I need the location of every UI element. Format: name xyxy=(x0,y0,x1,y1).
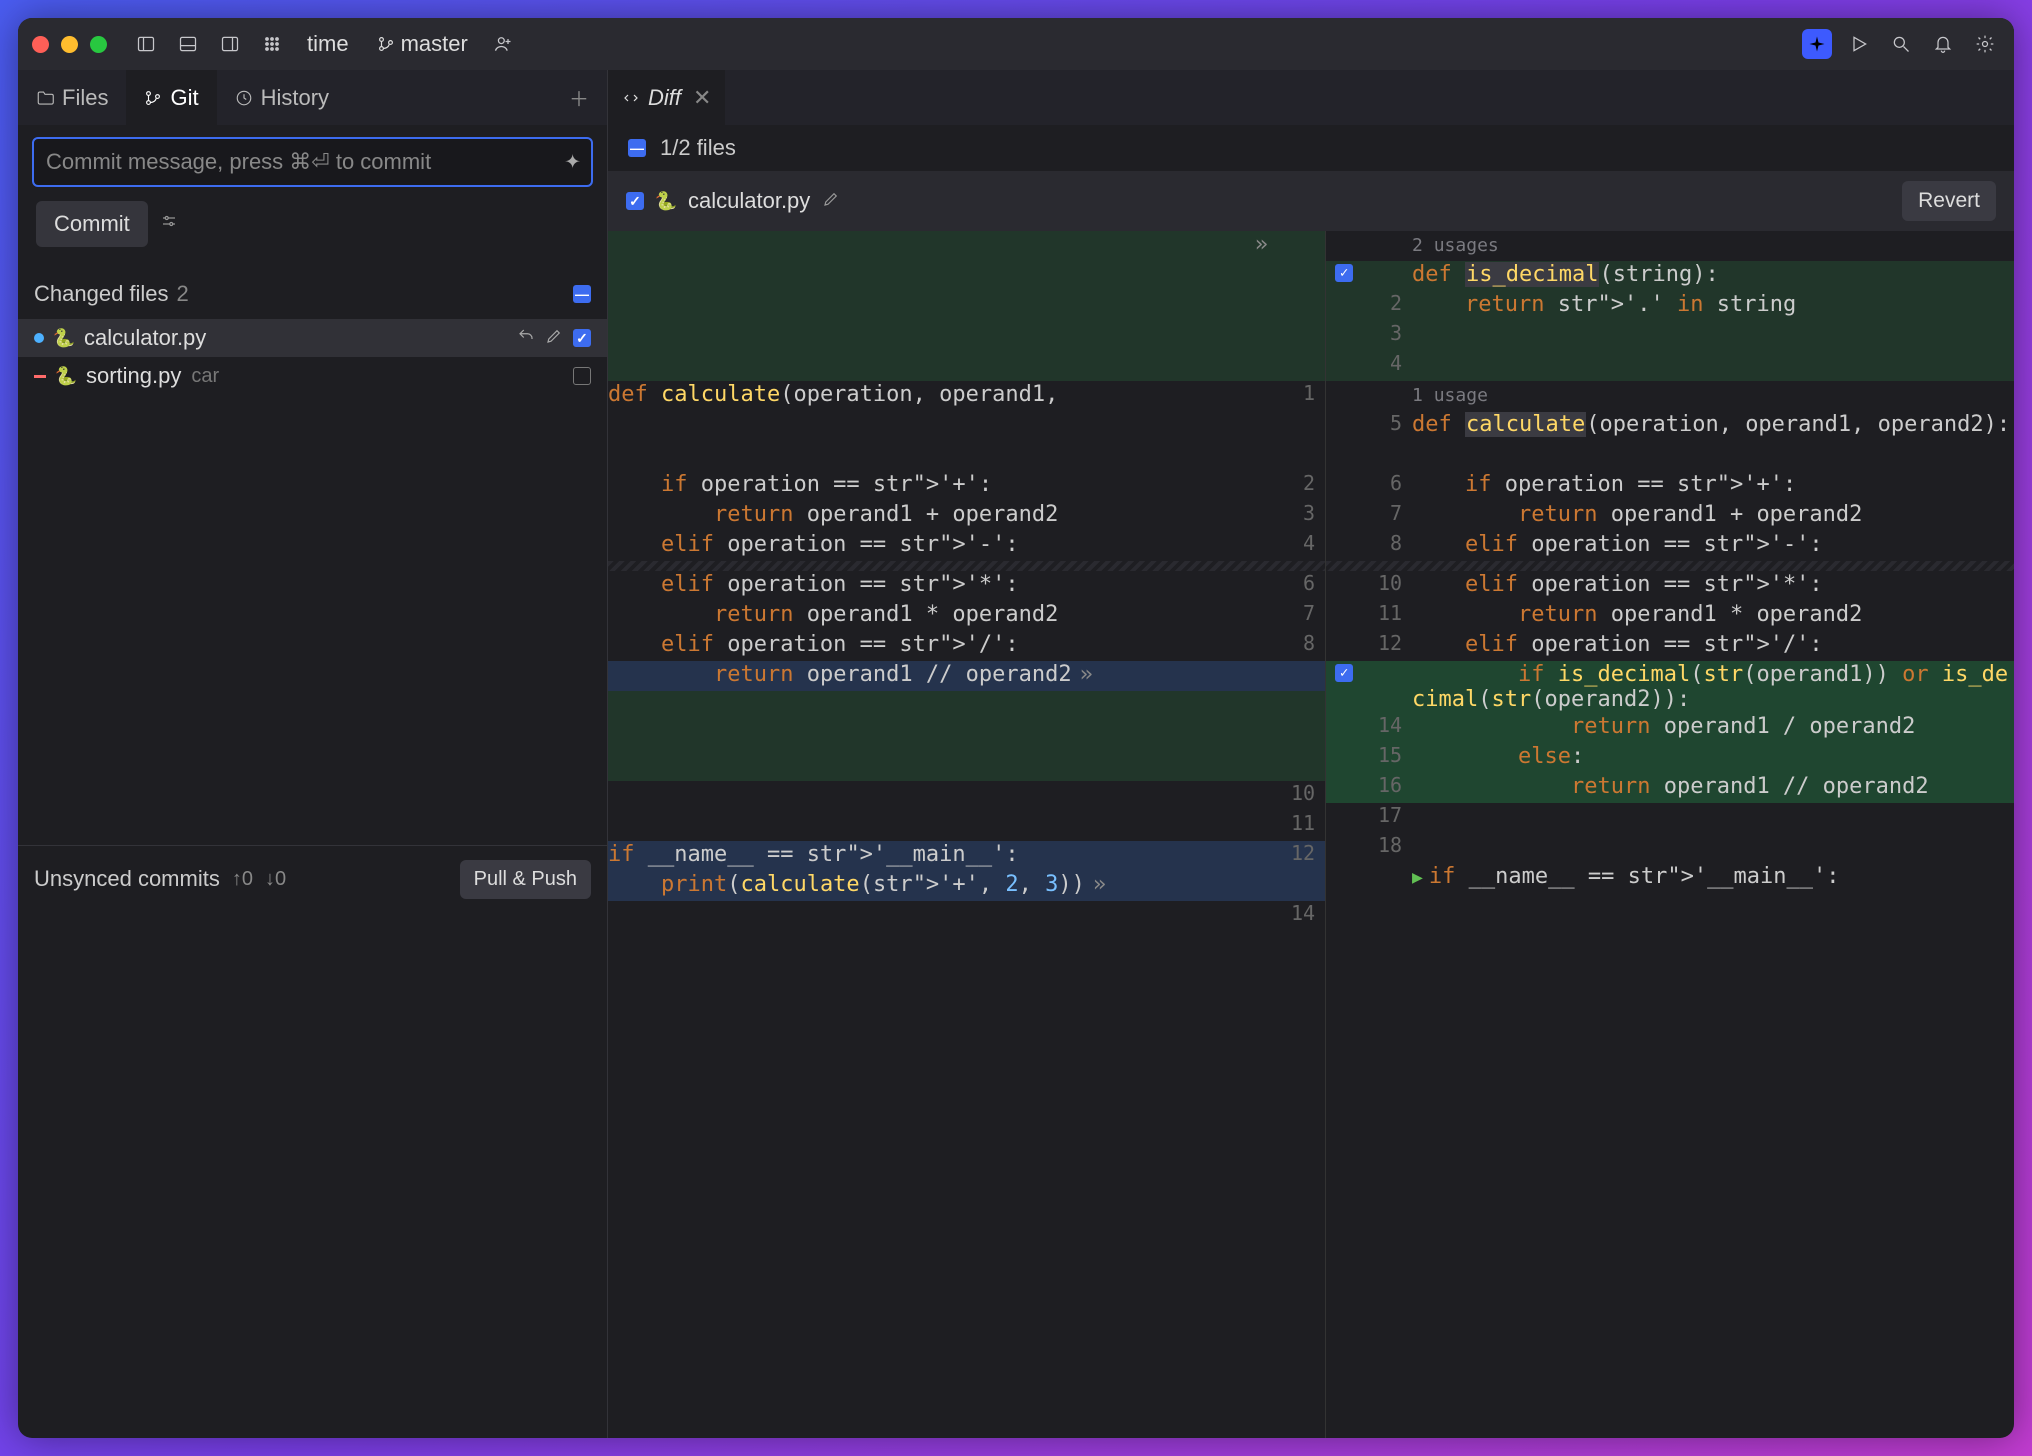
minimize-icon[interactable] xyxy=(61,36,78,53)
search-icon[interactable] xyxy=(1886,29,1916,59)
file-annotation: car xyxy=(191,365,219,388)
diff-file-header: calculator.py Revert xyxy=(608,171,2014,231)
python-icon xyxy=(56,366,76,386)
tab-history-label: History xyxy=(261,85,329,111)
incoming-count: ↓0 xyxy=(265,868,286,891)
run-icon[interactable] xyxy=(1844,29,1874,59)
revert-file-icon[interactable] xyxy=(517,325,535,351)
diff-file-name: calculator.py xyxy=(688,188,810,214)
python-icon xyxy=(656,191,676,211)
add-tab-icon[interactable]: ＋ xyxy=(551,83,607,112)
file-row-calculator[interactable]: calculator.py xyxy=(18,319,607,357)
file-name: calculator.py xyxy=(84,325,206,351)
diff-body[interactable]: »def calculate(operation, operand1,1 if … xyxy=(608,231,2014,1438)
outgoing-count: ↑0 xyxy=(232,868,253,891)
diff-tab-label: Diff xyxy=(648,85,681,111)
changed-files-label: Changed files xyxy=(34,281,169,307)
hunk-checkbox[interactable] xyxy=(1335,264,1353,282)
window-controls xyxy=(32,36,107,53)
changed-files-header[interactable]: Changed files 2 xyxy=(18,269,607,319)
revert-button[interactable]: Revert xyxy=(1902,181,1996,221)
titlebar: time master xyxy=(18,18,2014,70)
project-name[interactable]: time xyxy=(299,27,357,61)
status-modified-icon xyxy=(34,333,44,343)
unsynced-label: Unsynced commits xyxy=(34,866,220,892)
sidebar-tabs: Files Git History ＋ xyxy=(18,70,607,125)
zoom-icon[interactable] xyxy=(90,36,107,53)
notifications-icon[interactable] xyxy=(1928,29,1958,59)
tab-git-label: Git xyxy=(170,85,198,111)
diff-select-all[interactable] xyxy=(628,139,646,157)
branch-name: master xyxy=(401,31,468,57)
close-tab-icon[interactable]: ✕ xyxy=(693,85,711,111)
diff-toolbar: 1/2 files xyxy=(608,125,2014,171)
close-icon[interactable] xyxy=(32,36,49,53)
pull-push-button[interactable]: Pull & Push xyxy=(460,860,591,899)
unsynced-commits: Unsynced commits ↑0 ↓0 Pull & Push xyxy=(18,845,607,913)
file-row-sorting[interactable]: sorting.py car xyxy=(18,357,607,395)
file-checkbox[interactable] xyxy=(573,329,591,347)
panel-right-icon[interactable] xyxy=(215,29,245,59)
panel-left-icon[interactable] xyxy=(131,29,161,59)
python-icon xyxy=(54,328,74,348)
changed-count: 2 xyxy=(177,281,189,307)
diff-view: Diff ✕ 1/2 files calculator.py Revert »d… xyxy=(608,70,2014,1438)
ai-assistant-icon[interactable] xyxy=(1802,29,1832,59)
commit-options-icon[interactable] xyxy=(160,212,178,236)
tab-git[interactable]: Git xyxy=(126,70,216,125)
editor-tabs: Diff ✕ xyxy=(608,70,2014,125)
edit-file-icon[interactable] xyxy=(545,325,563,351)
settings-icon[interactable] xyxy=(1970,29,2000,59)
commit-button[interactable]: Commit xyxy=(36,201,148,247)
diff-tab[interactable]: Diff ✕ xyxy=(608,70,725,125)
tab-files-label: Files xyxy=(62,85,108,111)
commit-message-input[interactable] xyxy=(32,137,593,187)
branch-selector[interactable]: master xyxy=(369,27,476,61)
status-deleted-icon xyxy=(34,375,46,378)
ai-generate-icon[interactable]: ✦ xyxy=(564,150,581,175)
tab-history[interactable]: History xyxy=(217,70,347,125)
include-file-checkbox[interactable] xyxy=(626,192,644,210)
panel-bottom-icon[interactable] xyxy=(173,29,203,59)
hunk-checkbox[interactable] xyxy=(1335,664,1353,682)
edit-filename-icon[interactable] xyxy=(822,188,840,214)
tab-files[interactable]: Files xyxy=(18,70,126,125)
file-checkbox[interactable] xyxy=(573,367,591,385)
select-all-checkbox[interactable] xyxy=(573,285,591,303)
files-progress: 1/2 files xyxy=(660,135,736,161)
grid-icon[interactable] xyxy=(257,29,287,59)
add-user-icon[interactable] xyxy=(488,29,518,59)
file-name: sorting.py xyxy=(86,363,181,389)
git-sidebar: Files Git History ＋ ✦ Com xyxy=(18,70,608,1438)
